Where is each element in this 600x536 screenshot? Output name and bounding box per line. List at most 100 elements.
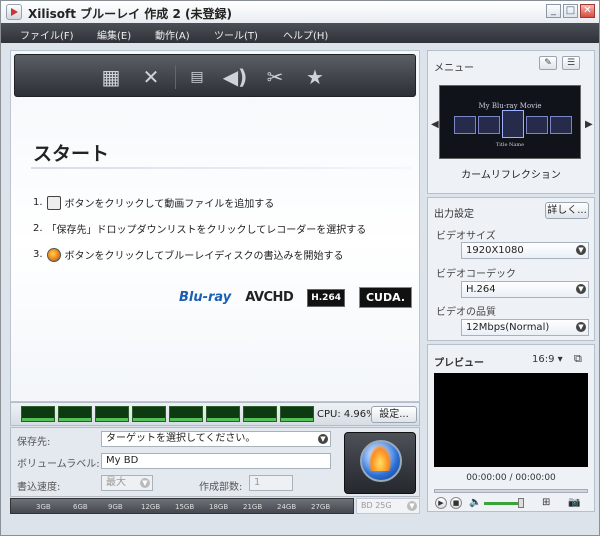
avchd-logo: AVCHD [245, 290, 294, 305]
disc-type-select[interactable]: BD 25G ▼ [356, 498, 420, 514]
volume-input[interactable]: My BD [101, 453, 331, 469]
dest-value: ターゲットを選択してください。 [106, 433, 256, 444]
menu-help[interactable]: ヘルプ(H) [283, 27, 328, 42]
volume-icon[interactable]: 🔈 [469, 497, 481, 508]
video-codec-select[interactable]: H.264 ▼ [461, 281, 589, 298]
menu-label: メニュー [434, 63, 474, 74]
cpu-meters [21, 406, 314, 422]
aspect-ratio-select[interactable]: 16:9 ▾ [532, 354, 563, 365]
scale-tick: 12GB [141, 503, 161, 511]
menu-template-name: カームリフレクション [461, 170, 561, 181]
video-quality-select[interactable]: 12Mbps(Normal) ▼ [461, 319, 589, 336]
scale-tick: 9GB [108, 503, 123, 511]
menu-file[interactable]: ファイル(F) [20, 27, 74, 42]
cpu-settings-button[interactable]: 設定... [371, 406, 417, 423]
close-button[interactable]: ✕ [580, 4, 595, 18]
next-arrow-icon[interactable]: ▶ [585, 119, 593, 130]
video-size-label: ビデオサイズ [436, 231, 496, 242]
chevron-down-icon: ▼ [407, 501, 417, 511]
title-bar[interactable]: Xilisoft ブルーレイ 作成 2 (未登録) _ □ ✕ [1, 1, 599, 23]
menu-frame [526, 116, 548, 134]
speed-select[interactable]: 最大 ▼ [101, 475, 153, 491]
playback-time: 00:00:00 / 00:00:00 [466, 473, 556, 483]
chapter-icon[interactable]: ★ [301, 63, 329, 91]
menu-frames [454, 110, 572, 138]
toolbar: ▦ ✕ ▤ ◀) ✂ ★ [14, 54, 416, 97]
menu-bar: ファイル(F) 編集(E) 動作(A) ツール(T) ヘルプ(H) [1, 23, 599, 43]
format-logos: Blu-ray AVCHD H.264 CUDA. [179, 287, 413, 308]
burn-icon [46, 247, 61, 262]
copies-input[interactable]: 1 [249, 475, 293, 491]
bluray-logo: Blu-ray [179, 290, 232, 305]
maximize-button[interactable]: □ [563, 4, 578, 18]
prev-arrow-icon[interactable]: ◀ [431, 119, 439, 130]
audio-icon[interactable]: ◀) [221, 63, 249, 91]
chevron-down-icon: ▼ [576, 284, 586, 294]
divider [31, 167, 411, 169]
dest-label: 保存先: [17, 437, 51, 448]
stop-icon[interactable]: ■ [450, 497, 462, 509]
output-form: 保存先: ターゲットを選択してください。 ▼ ボリュームラベル: My BD 書… [10, 427, 420, 497]
dest-select[interactable]: ターゲットを選択してください。 ▼ [101, 431, 331, 447]
video-size-select[interactable]: 1920X1080 ▼ [461, 242, 589, 259]
aspect-ratio-value: 16:9 [532, 354, 555, 365]
cpu-meter [21, 406, 55, 422]
chevron-down-icon: ▾ [557, 354, 563, 365]
menu-tools[interactable]: ツール(T) [214, 27, 258, 42]
step-number: 1. [33, 197, 43, 208]
burn-button[interactable] [344, 432, 416, 494]
screen-mode-icon[interactable]: ⊞ [542, 497, 550, 508]
chevron-down-icon: ▼ [140, 478, 150, 488]
cpu-meter [280, 406, 314, 422]
snapshot-icon[interactable]: 📷 [568, 497, 580, 508]
details-button[interactable]: 詳しく... [545, 202, 589, 219]
cpu-meter [169, 406, 203, 422]
h264-logo: H.264 [307, 288, 345, 307]
menu-panel: メニュー ✎ ☰ ◀ My Blu-ray Movie Title Name ▶… [427, 50, 595, 194]
menu-frame [550, 116, 572, 134]
remove-icon[interactable]: ✕ [137, 63, 165, 91]
effects-icon[interactable]: ✂ [261, 63, 289, 91]
scale-tick: 18GB [209, 503, 229, 511]
scale-tick: 15GB [175, 503, 195, 511]
preview-panel: プレビュー 16:9 ▾ ⧉ 00:00:00 / 00:00:00 ▶ ■ 🔈… [427, 344, 595, 512]
app-window: Xilisoft ブルーレイ 作成 2 (未登録) _ □ ✕ ファイル(F) … [0, 0, 600, 536]
menu-action[interactable]: 動作(A) [155, 27, 190, 42]
seek-bar[interactable] [434, 489, 588, 493]
chevron-down-icon: ▼ [576, 245, 586, 255]
edit-icon[interactable]: ✎ [539, 56, 557, 70]
volume-knob[interactable] [518, 498, 524, 508]
main-area: ▦ ✕ ▤ ◀) ✂ ★ スタート 1. ボタンをクリックして動画ファイルを追加… [10, 50, 420, 402]
subtitle-icon[interactable]: ▤ [183, 63, 211, 91]
preview-label: プレビュー [434, 358, 484, 369]
copies-label: 作成部数: [199, 482, 243, 493]
scale-tick: 3GB [36, 503, 51, 511]
cpu-meter [243, 406, 277, 422]
video-quality-label: ビデオの品質 [436, 307, 496, 318]
menu-frame [502, 110, 524, 138]
step-text: ボタンをクリックして動画ファイルを追加する [64, 199, 275, 210]
step-3: 3. ボタンをクリックしてブルーレイディスクの書込みを開始する [33, 247, 344, 262]
output-label: 出力設定 [434, 209, 474, 220]
window-title: Xilisoft ブルーレイ 作成 2 (未登録) [28, 7, 232, 21]
video-size-value: 1920X1080 [466, 245, 524, 256]
menu-preview-subtitle: Title Name [495, 142, 525, 148]
cpu-meter [206, 406, 240, 422]
step-text: ボタンをクリックしてブルーレイディスクの書込みを開始する [64, 251, 344, 262]
menu-thumbnail[interactable]: My Blu-ray Movie Title Name [439, 85, 581, 159]
menu-edit[interactable]: 編集(E) [97, 27, 131, 42]
volume-label: ボリュームラベル: [17, 459, 100, 470]
play-icon[interactable]: ▶ [435, 497, 447, 509]
cpu-strip: CPU: 4.96% 設定... [10, 402, 420, 426]
detach-icon[interactable]: ⧉ [574, 352, 582, 366]
cpu-meter [95, 406, 129, 422]
scale-tick: 24GB [277, 503, 297, 511]
step-number: 3. [33, 249, 43, 260]
scale-tick: 6GB [73, 503, 88, 511]
add-video-icon[interactable]: ▦ [97, 63, 125, 91]
speed-label: 書込速度: [17, 482, 61, 493]
minimize-button[interactable]: _ [546, 4, 561, 18]
list-icon[interactable]: ☰ [562, 56, 580, 70]
menu-frame [454, 116, 476, 134]
menu-frame [478, 116, 500, 134]
